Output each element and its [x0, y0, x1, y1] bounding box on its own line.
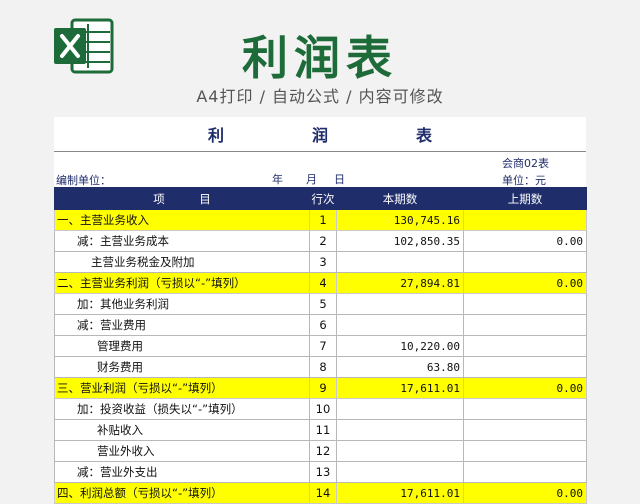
spreadsheet: 利 润 表 会商02表 编制单位： 年 月 日 单位：元 项 目 行次 本期数 … [54, 117, 587, 504]
table-row[interactable]: 补贴收入 11 [54, 419, 587, 441]
current-amount-cell[interactable]: 130,745.16 [336, 209, 464, 231]
table-row[interactable]: 一、主营业务收入 1 130,745.16 [54, 209, 587, 231]
current-amount-cell[interactable] [336, 314, 464, 336]
column-header-line-no: 行次 [309, 187, 337, 210]
column-header-item: 项 目 [54, 187, 310, 210]
prior-amount-cell[interactable]: 0.00 [463, 377, 587, 399]
form-code: 会商02表 [502, 157, 549, 170]
table-row[interactable]: 主营业务税金及附加 3 [54, 251, 587, 273]
column-header-prior: 上期数 [463, 187, 587, 210]
table-row[interactable]: 营业外收入 12 [54, 440, 587, 462]
prior-amount-cell[interactable] [463, 293, 587, 315]
line-no-cell[interactable]: 4 [309, 272, 337, 294]
prior-amount-cell[interactable] [463, 251, 587, 273]
line-no-cell[interactable]: 7 [309, 335, 337, 357]
page-subtitle: A4打印 / 自动公式 / 内容可修改 [196, 87, 444, 106]
page-title: 利润表 [242, 31, 398, 85]
line-no-cell[interactable]: 14 [309, 482, 337, 504]
sheet-title-char: 利 [207, 126, 224, 145]
current-amount-cell[interactable]: 63.80 [336, 356, 464, 378]
sheet-title-char: 润 [311, 126, 328, 145]
prior-amount-cell[interactable]: 0.00 [463, 230, 587, 252]
table-row[interactable]: 减：营业费用 6 [54, 314, 587, 336]
line-no-cell[interactable]: 6 [309, 314, 337, 336]
item-cell[interactable]: 减：营业外支出 [54, 461, 310, 483]
current-amount-cell[interactable]: 10,220.00 [336, 335, 464, 357]
year-label: 年 [272, 173, 283, 186]
current-amount-cell[interactable]: 102,850.35 [336, 230, 464, 252]
prior-amount-cell[interactable] [463, 209, 587, 231]
prior-amount-cell[interactable] [463, 335, 587, 357]
item-cell[interactable]: 四、利润总额（亏损以“-”填列） [54, 482, 310, 504]
item-cell[interactable]: 财务费用 [54, 356, 310, 378]
sheet-title-char: 表 [416, 126, 433, 145]
line-no-cell[interactable]: 8 [309, 356, 337, 378]
prior-amount-cell[interactable] [463, 461, 587, 483]
line-no-cell[interactable]: 1 [309, 209, 337, 231]
sheet-title: 利 润 表 [54, 117, 586, 151]
current-amount-cell[interactable]: 17,611.01 [336, 482, 464, 504]
current-amount-cell[interactable] [336, 398, 464, 420]
table-row[interactable]: 减：主营业务成本 2 102,850.35 0.00 [54, 230, 587, 252]
page-header: 利润表 A4打印 / 自动公式 / 内容可修改 [0, 0, 640, 112]
prior-amount-cell[interactable]: 0.00 [463, 272, 587, 294]
table-row[interactable]: 加：其他业务利润 5 [54, 293, 587, 315]
table-row[interactable]: 加：投资收益（损失以“-”填列） 10 [54, 398, 587, 420]
prior-amount-cell[interactable] [463, 398, 587, 420]
item-cell[interactable]: 主营业务税金及附加 [54, 251, 310, 273]
prior-amount-cell[interactable] [463, 314, 587, 336]
line-no-cell[interactable]: 11 [309, 419, 337, 441]
table-row[interactable]: 减：营业外支出 13 [54, 461, 587, 483]
item-cell[interactable]: 三、营业利润（亏损以“-”填列） [54, 377, 310, 399]
line-no-cell[interactable]: 12 [309, 440, 337, 462]
line-no-cell[interactable]: 13 [309, 461, 337, 483]
item-cell[interactable]: 减：营业费用 [54, 314, 310, 336]
line-no-cell[interactable]: 9 [309, 377, 337, 399]
current-amount-cell[interactable] [336, 251, 464, 273]
table-row[interactable]: 财务费用 8 63.80 [54, 356, 587, 378]
day-label: 日 [334, 173, 345, 186]
item-cell[interactable]: 补贴收入 [54, 419, 310, 441]
prior-amount-cell[interactable]: 0.00 [463, 482, 587, 504]
table-row[interactable]: 四、利润总额（亏损以“-”填列） 14 17,611.01 0.00 [54, 482, 587, 504]
item-cell[interactable]: 加：其他业务利润 [54, 293, 310, 315]
item-cell[interactable]: 营业外收入 [54, 440, 310, 462]
current-amount-cell[interactable]: 27,894.81 [336, 272, 464, 294]
income-table: 项 目 行次 本期数 上期数 一、主营业务收入 1 130,745.16 减：主营业务… [54, 187, 587, 504]
unit-label: 编制单位： [56, 174, 111, 187]
current-amount-cell[interactable] [336, 293, 464, 315]
item-cell[interactable]: 一、主营业务收入 [54, 209, 310, 231]
column-header-current: 本期数 [336, 187, 464, 210]
line-no-cell[interactable]: 2 [309, 230, 337, 252]
item-cell[interactable]: 二、主营业务利润（亏损以“-”填列） [54, 272, 310, 294]
currency-label: 单位：元 [502, 174, 546, 187]
divider [54, 151, 586, 152]
prior-amount-cell[interactable] [463, 419, 587, 441]
current-amount-cell[interactable] [336, 440, 464, 462]
table-row[interactable]: 管理费用 7 10,220.00 [54, 335, 587, 357]
table-row[interactable]: 二、主营业务利润（亏损以“-”填列） 4 27,894.81 0.00 [54, 272, 587, 294]
month-label: 月 [306, 173, 317, 186]
current-amount-cell[interactable] [336, 461, 464, 483]
prior-amount-cell[interactable] [463, 440, 587, 462]
line-no-cell[interactable]: 10 [309, 398, 337, 420]
item-cell[interactable]: 减：主营业务成本 [54, 230, 310, 252]
current-amount-cell[interactable]: 17,611.01 [336, 377, 464, 399]
line-no-cell[interactable]: 3 [309, 251, 337, 273]
item-cell[interactable]: 管理费用 [54, 335, 310, 357]
table-header-row: 项 目 行次 本期数 上期数 [54, 187, 587, 210]
line-no-cell[interactable]: 5 [309, 293, 337, 315]
current-amount-cell[interactable] [336, 419, 464, 441]
table-row[interactable]: 三、营业利润（亏损以“-”填列） 9 17,611.01 0.00 [54, 377, 587, 399]
item-cell[interactable]: 加：投资收益（损失以“-”填列） [54, 398, 310, 420]
prior-amount-cell[interactable] [463, 356, 587, 378]
